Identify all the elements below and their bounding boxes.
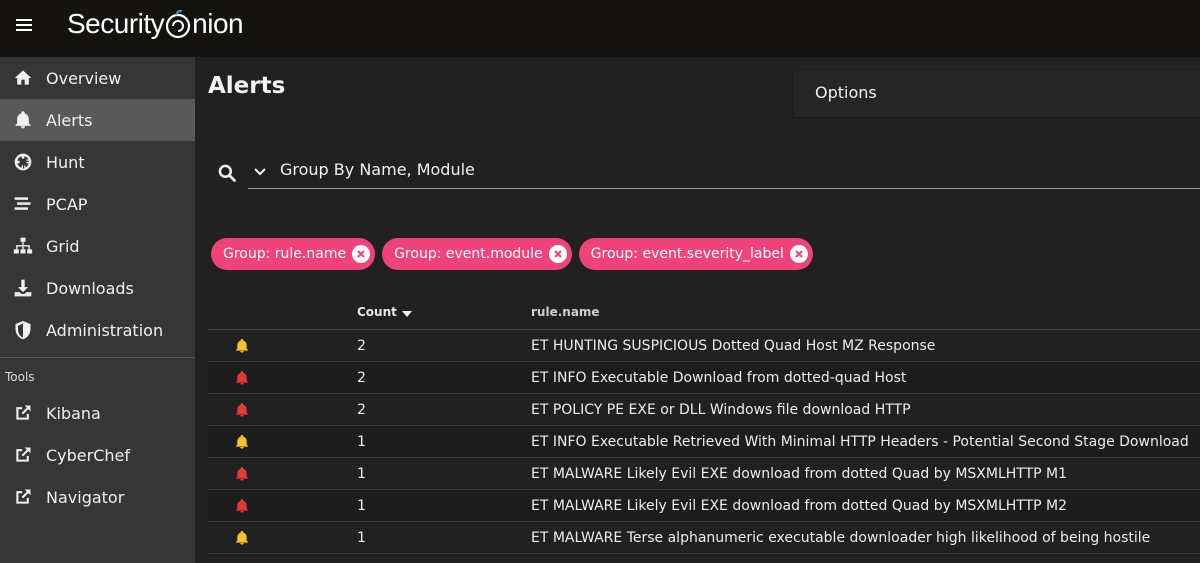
onion-logo-icon: [166, 9, 191, 39]
rule-name-cell[interactable]: ET POLICY PE EXE or DLL Windows file dow…: [531, 402, 911, 418]
alerts-table: Count rule.name 2 ET HUNTING SUSPICIOUS D…: [208, 297, 1200, 554]
table-row[interactable]: 2 ET INFO Executable Download from dotted…: [208, 362, 1200, 394]
count-column-header[interactable]: Count: [357, 305, 412, 319]
chip-label: Group: rule.name: [223, 246, 347, 262]
rule-name-cell[interactable]: ET INFO Executable Download from dotted-…: [531, 370, 906, 386]
table-row[interactable]: 1 ET MALWARE Terse alphanumeric executabl…: [208, 522, 1200, 554]
alert-bell-icon[interactable]: [234, 434, 250, 450]
brand-suffix: nion: [192, 8, 244, 39]
sidebar-item-navigator[interactable]: Navigator: [0, 476, 195, 518]
external-link-icon: [12, 486, 34, 508]
alert-bell-icon[interactable]: [234, 370, 250, 386]
sidebar-item-hunt[interactable]: Hunt: [0, 141, 195, 183]
count-header-label: Count: [357, 305, 397, 319]
close-icon[interactable]: [548, 245, 567, 263]
alert-bell-icon[interactable]: [234, 466, 250, 482]
rule-name-cell[interactable]: ET MALWARE Likely Evil EXE download from…: [531, 498, 1067, 514]
alert-bell-icon[interactable]: [234, 402, 250, 418]
sidebar-item-label: Administration: [46, 320, 164, 340]
sitemap-icon: [12, 235, 34, 257]
sidebar-item-downloads[interactable]: Downloads: [0, 267, 195, 309]
sidebar-item-pcap[interactable]: PCAP: [0, 183, 195, 225]
sidebar-item-label: Navigator: [46, 487, 125, 507]
table-row[interactable]: 2 ET POLICY PE EXE or DLL Windows file do…: [208, 394, 1200, 426]
alert-bell-icon[interactable]: [234, 498, 250, 514]
count-cell: 1: [357, 530, 366, 546]
sidebar-item-label: Overview: [46, 68, 122, 88]
sidebar-item-label: PCAP: [46, 194, 88, 214]
alert-bell-icon[interactable]: [234, 338, 250, 354]
table-body: 2 ET HUNTING SUSPICIOUS Dotted Quad Host …: [208, 330, 1200, 554]
sidebar-item-grid[interactable]: Grid: [0, 225, 195, 267]
table-row[interactable]: 1 ET MALWARE Likely Evil EXE download fro…: [208, 490, 1200, 522]
sidebar-item-kibana[interactable]: Kibana: [0, 392, 195, 434]
query-field[interactable]: Group By Name, Module: [248, 154, 1200, 189]
rule-name-cell[interactable]: ET MALWARE Likely Evil EXE download from…: [531, 466, 1067, 482]
menu-icon[interactable]: [14, 16, 34, 36]
count-cell: 1: [357, 466, 366, 482]
rule-name-cell[interactable]: ET INFO Executable Retrieved With Minima…: [531, 434, 1189, 450]
group-chip[interactable]: Group: event.module: [382, 238, 572, 270]
top-app-bar: Security nion: [0, 0, 1200, 57]
query-text[interactable]: Group By Name, Module: [280, 160, 475, 179]
table-row[interactable]: 2 ET HUNTING SUSPICIOUS Dotted Quad Host …: [208, 330, 1200, 362]
options-panel[interactable]: Options: [793, 71, 1200, 117]
chip-label: Group: event.severity_label: [590, 246, 784, 262]
sidebar-item-label: CyberChef: [46, 445, 131, 465]
stream-icon: [12, 193, 34, 215]
external-link-icon: [12, 402, 34, 424]
chip-label: Group: event.module: [394, 246, 543, 262]
sidebar-item-label: Kibana: [46, 403, 101, 423]
group-chip[interactable]: Group: rule.name: [211, 238, 376, 270]
close-icon[interactable]: [789, 245, 808, 263]
count-cell: 2: [357, 402, 366, 418]
sidebar-item-overview[interactable]: Overview: [0, 57, 195, 99]
rule-column-header[interactable]: rule.name: [531, 305, 600, 319]
sort-desc-icon: [401, 311, 412, 317]
group-chips: Group: rule.name Group: event.module Gro…: [211, 238, 813, 270]
rule-name-cell[interactable]: ET HUNTING SUSPICIOUS Dotted Quad Host M…: [531, 338, 935, 354]
home-icon: [12, 67, 34, 89]
main-content: Alerts Options Group By Name, Module Gro…: [195, 57, 1200, 563]
rule-name-cell[interactable]: ET MALWARE Terse alphanumeric executable…: [531, 530, 1150, 546]
shield-icon: [12, 319, 34, 341]
table-row[interactable]: 1 ET INFO Executable Retrieved With Minim…: [208, 426, 1200, 458]
download-icon: [12, 277, 34, 299]
bell-icon: [12, 109, 34, 131]
sidebar-item-label: Hunt: [46, 152, 85, 172]
brand-logo[interactable]: Security nion: [67, 8, 244, 40]
count-cell: 2: [357, 370, 366, 386]
external-link-icon: [12, 444, 34, 466]
chevron-down-icon[interactable]: [253, 165, 267, 179]
sidebar-item-administration[interactable]: Administration: [0, 309, 195, 351]
table-header: Count rule.name: [208, 297, 1200, 330]
options-toggle[interactable]: Options: [815, 83, 877, 102]
alert-bell-icon[interactable]: [234, 530, 250, 546]
sidebar-item-alerts[interactable]: Alerts: [0, 99, 195, 141]
count-cell: 2: [357, 338, 366, 354]
page-title: Alerts: [208, 73, 286, 99]
sidebar: Overview Alerts Hunt PCAP Grid Downloads…: [0, 57, 195, 563]
sidebar-item-label: Alerts: [46, 110, 93, 130]
tools-section-label: Tools: [5, 370, 35, 384]
count-cell: 1: [357, 434, 366, 450]
crosshairs-icon: [12, 151, 34, 173]
count-cell: 1: [357, 498, 366, 514]
sidebar-item-label: Grid: [46, 236, 80, 256]
close-icon[interactable]: [352, 245, 371, 263]
brand-prefix: Security: [67, 8, 165, 39]
group-chip[interactable]: Group: event.severity_label: [578, 238, 813, 270]
sidebar-item-cyberchef[interactable]: CyberChef: [0, 434, 195, 476]
search-icon[interactable]: [217, 163, 237, 183]
table-row[interactable]: 1 ET MALWARE Likely Evil EXE download fro…: [208, 458, 1200, 490]
sidebar-item-label: Downloads: [46, 278, 134, 298]
